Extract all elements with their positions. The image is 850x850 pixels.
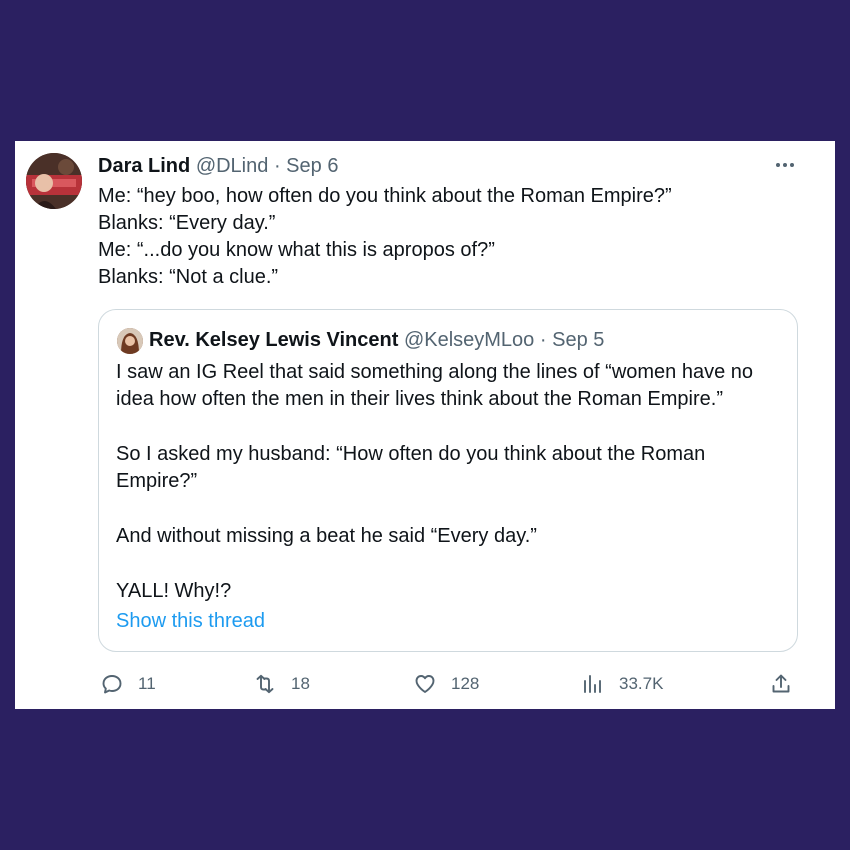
author-name[interactable]: Dara Lind [98, 155, 190, 177]
tweet-text: Me: “hey boo, how often do you think abo… [98, 183, 798, 291]
tweet-line: Me: “...do you know what this is apropos… [98, 239, 495, 261]
quoted-avatar-photo [117, 328, 143, 354]
retweet-count: 18 [291, 674, 310, 693]
like-button[interactable]: 128 [413, 669, 479, 699]
quoted-text: I saw an IG Reel that said something alo… [116, 359, 788, 605]
show-thread-link[interactable]: Show this thread [116, 608, 265, 635]
quoted-paragraph: I saw an IG Reel that said something alo… [116, 361, 754, 410]
quoted-author-avatar[interactable] [117, 328, 143, 354]
tweet-date[interactable]: Sep 6 [286, 155, 338, 177]
reply-count: 11 [138, 674, 156, 693]
avatar-photo [26, 153, 82, 209]
quoted-date[interactable]: Sep 5 [552, 329, 604, 351]
share-button[interactable] [769, 669, 793, 699]
retweet-button[interactable]: 18 [253, 669, 310, 699]
author-avatar[interactable] [26, 153, 82, 209]
heart-icon [415, 675, 435, 693]
quoted-author-handle[interactable]: @KelseyMLoo [404, 329, 534, 351]
quoted-header: Rev. Kelsey Lewis Vincent @KelseyMLoo · … [149, 327, 604, 353]
views-button[interactable]: 33.7K [581, 669, 663, 699]
author-handle[interactable]: @DLind [196, 155, 269, 177]
tweet-card[interactable]: Dara Lind @DLind · Sep 6 Me: “hey boo, h… [15, 141, 835, 709]
quoted-header-separator: · [539, 329, 547, 351]
quoted-paragraph: And without missing a beat he said “Ever… [116, 525, 537, 547]
tweet-line: Blanks: “Not a clue.” [98, 266, 279, 288]
retweet-icon [256, 674, 274, 694]
header-separator: · [273, 155, 281, 177]
more-options-button[interactable] [773, 153, 797, 177]
tweet-line: Me: “hey boo, how often do you think abo… [98, 185, 672, 207]
tweet-actions: 11 18 128 33.7K [15, 669, 835, 699]
reply-icon [102, 675, 122, 694]
tweet-header: Dara Lind @DLind · Sep 6 [98, 154, 338, 178]
quoted-tweet[interactable]: Rev. Kelsey Lewis Vincent @KelseyMLoo · … [98, 309, 798, 652]
more-horizontal-icon [776, 163, 794, 167]
views-chart-icon [584, 675, 601, 693]
share-icon [772, 674, 790, 693]
quoted-author-name[interactable]: Rev. Kelsey Lewis Vincent [149, 329, 398, 351]
reply-button[interactable]: 11 [100, 669, 156, 699]
quoted-paragraph: YALL! Why!? [116, 580, 232, 602]
tweet-line: Blanks: “Every day.” [98, 212, 276, 234]
like-count: 128 [451, 674, 480, 693]
quoted-paragraph: So I asked my husband: “How often do you… [116, 443, 706, 492]
views-count: 33.7K [619, 674, 664, 693]
